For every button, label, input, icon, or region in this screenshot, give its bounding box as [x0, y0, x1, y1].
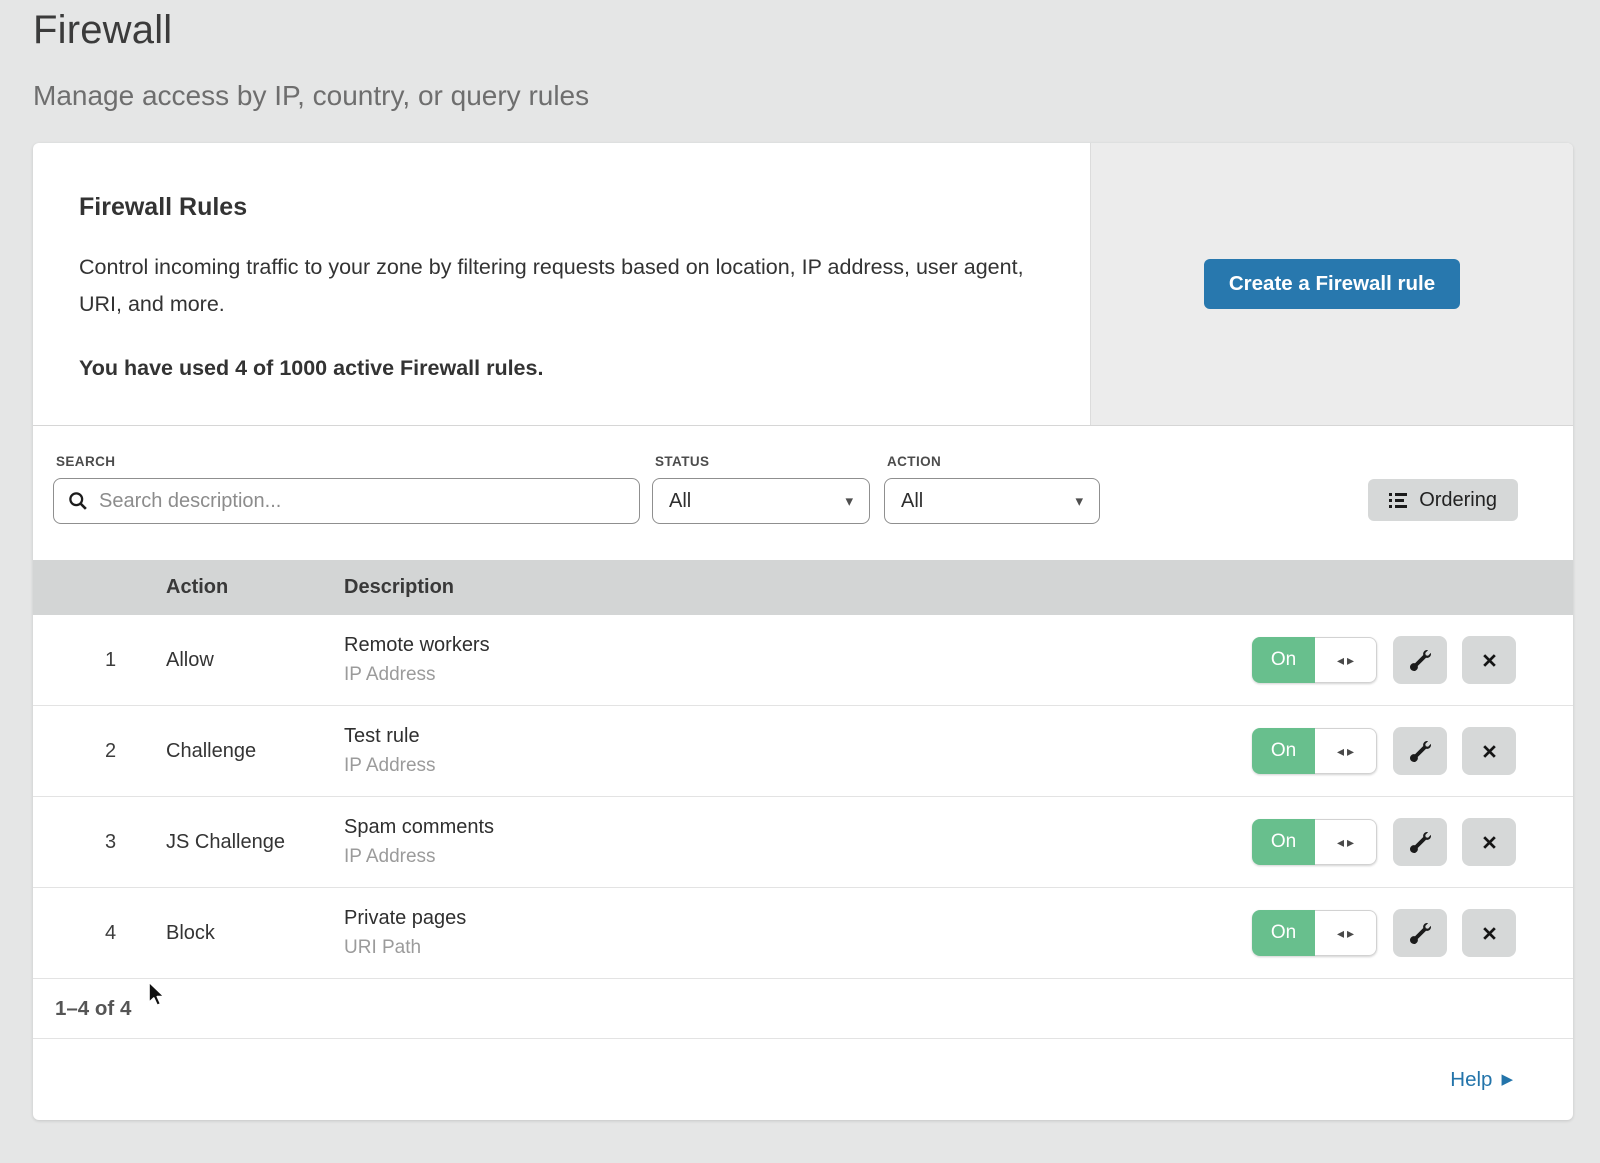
- page-title: Firewall: [33, 8, 1600, 53]
- delete-rule-button[interactable]: [1462, 818, 1516, 866]
- help-link[interactable]: Help ▶: [1450, 1068, 1513, 1092]
- filter-bar: SEARCH STATUS All ▾ ACTION All ▾: [33, 426, 1573, 560]
- ordering-button-label: Ordering: [1419, 489, 1497, 512]
- rule-enabled-toggle[interactable]: On ◂▸: [1252, 637, 1377, 683]
- action-selected-value: All: [901, 490, 923, 513]
- ordering-button[interactable]: Ordering: [1368, 479, 1518, 521]
- rule-description-cell: Test rule IP Address: [344, 725, 1252, 777]
- action-label: ACTION: [887, 454, 1100, 469]
- status-filter-group: STATUS All ▾: [652, 454, 870, 524]
- rule-description: Private pages: [344, 907, 1252, 930]
- table-row: 3 JS Challenge Spam comments IP Address …: [33, 797, 1573, 888]
- table-header: Action Description: [33, 560, 1573, 615]
- toggle-arrows-icon: ◂▸: [1315, 819, 1377, 865]
- intro-description: Control incoming traffic to your zone by…: [79, 249, 1029, 323]
- delete-rule-button[interactable]: [1462, 909, 1516, 957]
- toggle-on-label: On: [1252, 728, 1315, 774]
- page-subtitle: Manage access by IP, country, or query r…: [33, 80, 1600, 112]
- rule-description: Spam comments: [344, 816, 1252, 839]
- search-icon: [68, 491, 88, 511]
- wrench-icon: [1410, 832, 1431, 853]
- page-header: Firewall Manage access by IP, country, o…: [0, 0, 1600, 112]
- ordering-list-icon: [1389, 492, 1408, 509]
- rule-enabled-toggle[interactable]: On ◂▸: [1252, 910, 1377, 956]
- delete-rule-button[interactable]: [1462, 636, 1516, 684]
- rule-match-type: IP Address: [344, 755, 1252, 777]
- intro-text-block: Firewall Rules Control incoming traffic …: [33, 143, 1090, 425]
- rule-priority: 4: [33, 922, 166, 945]
- rule-description-cell: Spam comments IP Address: [344, 816, 1252, 868]
- rule-match-type: IP Address: [344, 664, 1252, 686]
- toggle-on-label: On: [1252, 637, 1315, 683]
- rule-enabled-toggle[interactable]: On ◂▸: [1252, 728, 1377, 774]
- search-box: [53, 478, 640, 524]
- chevron-down-icon: ▾: [1075, 494, 1083, 509]
- rule-enabled-toggle[interactable]: On ◂▸: [1252, 819, 1377, 865]
- rule-action: Allow: [166, 649, 344, 672]
- edit-rule-button[interactable]: [1393, 636, 1447, 684]
- chevron-down-icon: ▾: [845, 494, 853, 509]
- description-column-header: Description: [344, 576, 1252, 599]
- wrench-icon: [1410, 923, 1431, 944]
- toggle-on-label: On: [1252, 819, 1315, 865]
- usage-summary: You have used 4 of 1000 active Firewall …: [79, 356, 1030, 381]
- rule-priority: 1: [33, 649, 166, 672]
- wrench-icon: [1410, 741, 1431, 762]
- wrench-icon: [1410, 650, 1431, 671]
- search-input[interactable]: [97, 489, 625, 514]
- table-row: 2 Challenge Test rule IP Address On ◂▸: [33, 706, 1573, 797]
- toggle-arrows-icon: ◂▸: [1315, 910, 1377, 956]
- help-arrow-icon: ▶: [1501, 1072, 1513, 1087]
- status-select[interactable]: All ▾: [652, 478, 870, 524]
- create-firewall-rule-button[interactable]: Create a Firewall rule: [1204, 259, 1460, 309]
- toggle-arrows-icon: ◂▸: [1315, 728, 1377, 774]
- rule-action: JS Challenge: [166, 831, 344, 854]
- intro-heading: Firewall Rules: [79, 193, 1030, 222]
- close-icon: [1481, 743, 1498, 760]
- rule-controls: On ◂▸: [1252, 909, 1573, 957]
- status-selected-value: All: [669, 490, 691, 513]
- table-row: 1 Allow Remote workers IP Address On ◂▸: [33, 615, 1573, 706]
- rule-controls: On ◂▸: [1252, 636, 1573, 684]
- firewall-rules-card: Firewall Rules Control incoming traffic …: [33, 143, 1573, 1120]
- search-filter-group: SEARCH: [53, 454, 640, 524]
- delete-rule-button[interactable]: [1462, 727, 1516, 775]
- search-label: SEARCH: [56, 454, 640, 469]
- rule-priority: 2: [33, 740, 166, 763]
- rule-description: Remote workers: [344, 634, 1252, 657]
- pagination-text: 1–4 of 4: [55, 997, 131, 1021]
- toggle-arrows-icon: ◂▸: [1315, 637, 1377, 683]
- action-column-header: Action: [166, 576, 344, 599]
- cta-panel: Create a Firewall rule: [1090, 143, 1573, 425]
- intro-section: Firewall Rules Control incoming traffic …: [33, 143, 1573, 426]
- help-link-label: Help: [1450, 1068, 1492, 1092]
- status-label: STATUS: [655, 454, 870, 469]
- rule-match-type: URI Path: [344, 937, 1252, 959]
- close-icon: [1481, 925, 1498, 942]
- table-row: 4 Block Private pages URI Path On ◂▸: [33, 888, 1573, 979]
- rule-priority: 3: [33, 831, 166, 854]
- toggle-on-label: On: [1252, 910, 1315, 956]
- close-icon: [1481, 652, 1498, 669]
- rule-action: Challenge: [166, 740, 344, 763]
- card-footer: Help ▶: [33, 1039, 1573, 1120]
- edit-rule-button[interactable]: [1393, 727, 1447, 775]
- edit-rule-button[interactable]: [1393, 909, 1447, 957]
- rule-controls: On ◂▸: [1252, 818, 1573, 866]
- rule-action: Block: [166, 922, 344, 945]
- action-select[interactable]: All ▾: [884, 478, 1100, 524]
- rule-description-cell: Private pages URI Path: [344, 907, 1252, 959]
- rule-match-type: IP Address: [344, 846, 1252, 868]
- close-icon: [1481, 834, 1498, 851]
- pagination-status: 1–4 of 4: [33, 979, 1573, 1039]
- rule-description: Test rule: [344, 725, 1252, 748]
- action-filter-group: ACTION All ▾: [884, 454, 1100, 524]
- edit-rule-button[interactable]: [1393, 818, 1447, 866]
- rule-description-cell: Remote workers IP Address: [344, 634, 1252, 686]
- rule-controls: On ◂▸: [1252, 727, 1573, 775]
